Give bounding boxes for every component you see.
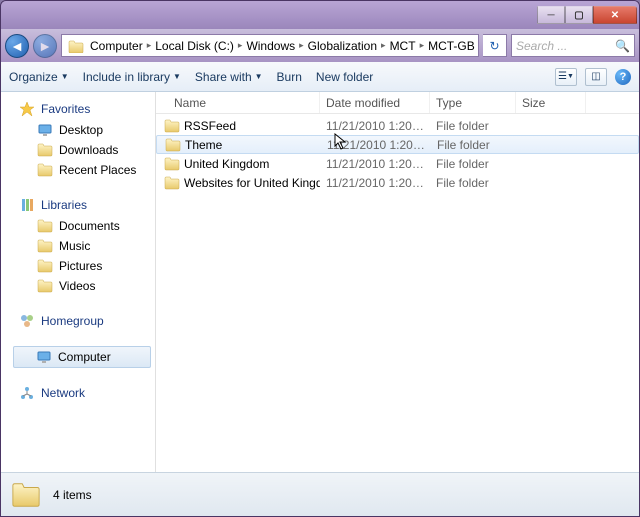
- music-icon: [37, 238, 53, 254]
- folder-icon: [9, 480, 43, 510]
- file-date: 11/21/2010 1:20 A...: [320, 119, 430, 133]
- chevron-right-icon[interactable]: ▸: [418, 40, 427, 51]
- navigation-pane: Favorites Desktop Downloads Recent Place…: [1, 92, 156, 472]
- nav-videos[interactable]: Videos: [3, 276, 155, 296]
- command-bar: Organize▼ Include in library▼ Share with…: [1, 62, 639, 92]
- chevron-right-icon[interactable]: ▸: [297, 40, 306, 51]
- preview-pane-button[interactable]: ◫: [585, 68, 607, 86]
- homegroup-icon: [19, 313, 35, 329]
- file-name: RSSFeed: [184, 119, 236, 133]
- file-row[interactable]: RSSFeed 11/21/2010 1:20 A...File folder: [156, 116, 639, 135]
- file-row[interactable]: Theme 11/21/2010 1:20 A...File folder: [156, 135, 639, 154]
- file-date: 11/21/2010 1:20 A...: [320, 157, 430, 171]
- desktop-icon: [37, 122, 53, 138]
- file-type: File folder: [431, 138, 517, 152]
- titlebar: ─ ▢ ✕: [1, 1, 639, 29]
- view-options-button[interactable]: ☰ ▼: [555, 68, 577, 86]
- file-type: File folder: [430, 119, 516, 133]
- search-placeholder: Search ...: [516, 39, 567, 53]
- file-type: File folder: [430, 157, 516, 171]
- breadcrumb-item[interactable]: Local Disk (C:): [153, 39, 236, 53]
- include-in-library-button[interactable]: Include in library▼: [83, 70, 181, 84]
- column-type[interactable]: Type: [430, 92, 516, 113]
- help-button[interactable]: ?: [615, 69, 631, 85]
- pictures-icon: [37, 258, 53, 274]
- nav-downloads[interactable]: Downloads: [3, 140, 155, 160]
- search-icon: 🔍: [615, 39, 630, 53]
- file-date: 11/21/2010 1:20 A...: [321, 138, 431, 152]
- folder-icon: [68, 39, 84, 53]
- column-headers: Name Date modified Type Size: [156, 92, 639, 114]
- computer-icon: [36, 349, 52, 365]
- file-row[interactable]: United Kingdom 11/21/2010 1:20 A...File f…: [156, 154, 639, 173]
- nav-recent-places[interactable]: Recent Places: [3, 160, 155, 180]
- homegroup-group[interactable]: Homegroup: [3, 310, 155, 332]
- file-name: United Kingdom: [184, 157, 269, 171]
- burn-button[interactable]: Burn: [277, 70, 302, 84]
- breadcrumb-item[interactable]: Globalization: [306, 39, 379, 53]
- column-date[interactable]: Date modified: [320, 92, 430, 113]
- file-date: 11/21/2010 1:20 A...: [320, 176, 430, 190]
- column-name[interactable]: Name: [156, 92, 320, 113]
- file-row[interactable]: Websites for United Kingdom11/21/2010 1:…: [156, 173, 639, 192]
- nav-computer[interactable]: Computer: [13, 346, 151, 368]
- file-list-pane: Name Date modified Type Size RSSFeed 11/2…: [156, 92, 639, 472]
- back-button[interactable]: ◄: [5, 34, 29, 58]
- organize-button[interactable]: Organize▼: [9, 70, 69, 84]
- chevron-down-icon: ▼: [255, 72, 263, 81]
- breadcrumb-item[interactable]: Computer: [88, 39, 145, 53]
- file-name: Theme: [185, 138, 222, 152]
- navigation-bar: ◄ ► Computer▸ Local Disk (C:)▸ Windows▸ …: [1, 29, 639, 62]
- close-button[interactable]: ✕: [593, 6, 637, 24]
- nav-documents[interactable]: Documents: [3, 216, 155, 236]
- folder-icon: [164, 118, 180, 134]
- chevron-down-icon: ▼: [61, 72, 69, 81]
- favorites-group[interactable]: Favorites: [3, 98, 155, 120]
- breadcrumb-item[interactable]: MCT: [388, 39, 418, 53]
- share-with-button[interactable]: Share with▼: [195, 70, 263, 84]
- chevron-right-icon[interactable]: ▸: [145, 40, 154, 51]
- details-pane: 4 items: [1, 472, 639, 516]
- item-count: 4 items: [53, 488, 92, 502]
- folder-icon: [164, 175, 180, 191]
- network-icon: [19, 385, 35, 401]
- network-group[interactable]: Network: [3, 382, 155, 404]
- chevron-down-icon: ▼: [173, 72, 181, 81]
- chevron-right-icon[interactable]: ▸: [236, 40, 245, 51]
- nav-desktop[interactable]: Desktop: [3, 120, 155, 140]
- explorer-window: ─ ▢ ✕ ◄ ► Computer▸ Local Disk (C:)▸ Win…: [0, 0, 640, 517]
- search-input[interactable]: Search ... 🔍: [511, 34, 635, 57]
- downloads-icon: [37, 142, 53, 158]
- libraries-group[interactable]: Libraries: [3, 194, 155, 216]
- file-type: File folder: [430, 176, 516, 190]
- folder-icon: [164, 156, 180, 172]
- maximize-button[interactable]: ▢: [565, 6, 593, 24]
- documents-icon: [37, 218, 53, 234]
- folder-icon: [165, 137, 181, 153]
- recent-icon: [37, 162, 53, 178]
- refresh-button[interactable]: ↻: [483, 34, 507, 57]
- new-folder-button[interactable]: New folder: [316, 70, 373, 84]
- breadcrumb-item[interactable]: MCT-GB: [426, 39, 477, 53]
- column-size[interactable]: Size: [516, 92, 586, 113]
- chevron-right-icon[interactable]: ▸: [379, 40, 388, 51]
- nav-music[interactable]: Music: [3, 236, 155, 256]
- file-name: Websites for United Kingdom: [184, 176, 320, 190]
- videos-icon: [37, 278, 53, 294]
- minimize-button[interactable]: ─: [537, 6, 565, 24]
- address-bar[interactable]: Computer▸ Local Disk (C:)▸ Windows▸ Glob…: [61, 34, 479, 57]
- forward-button[interactable]: ►: [33, 34, 57, 58]
- breadcrumb-item[interactable]: Windows: [244, 39, 297, 53]
- nav-pictures[interactable]: Pictures: [3, 256, 155, 276]
- star-icon: [19, 101, 35, 117]
- libraries-icon: [19, 197, 35, 213]
